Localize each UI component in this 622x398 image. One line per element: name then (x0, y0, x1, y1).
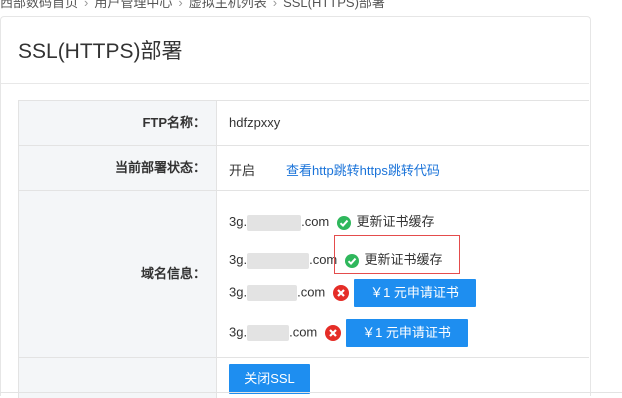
breadcrumb-separator: › (178, 0, 183, 10)
highlight-box (334, 235, 460, 274)
redacted-domain (247, 214, 302, 231)
domain-label: 域名信息： (18, 191, 217, 357)
close-ssl-button[interactable]: 关闭SSL (229, 364, 310, 394)
title-divider (1, 83, 589, 84)
page-bottom-divider (0, 392, 622, 393)
domain-prefix: 3g. (229, 324, 248, 340)
domain-suffix: .com (301, 214, 330, 229)
domain-item: 3g. .com ￥1 元申请证书 (229, 319, 468, 347)
status-row: 当前部署状态： 开启 查看http跳转https跳转代码 (18, 146, 589, 191)
breadcrumb: 西部数码首页 › 用户管理中心 › 虚拟主机列表 › SSL(HTTPS)部署 (0, 0, 590, 12)
redirect-code-link[interactable]: 查看http跳转https跳转代码 (286, 160, 440, 179)
breadcrumb-item-current: SSL(HTTPS)部署 (283, 0, 385, 10)
redacted-domain (247, 252, 310, 269)
redacted-domain (247, 325, 290, 341)
error-circle-icon (332, 285, 349, 301)
domain-prefix: 3g. (229, 214, 248, 229)
page-title: SSL(HTTPS)部署 (18, 40, 183, 63)
status-value: 开启 (229, 163, 256, 178)
ssl-info-table: FTP名称： hdfzpxxy 当前部署状态： 开启 查看http跳转https… (18, 100, 589, 398)
domain-suffix: .com (289, 324, 318, 340)
ftp-row: FTP名称： hdfzpxxy (18, 101, 589, 146)
domain-prefix: 3g. (229, 252, 248, 267)
domain-item: 3g. .com 更新证书缓存 (229, 211, 435, 231)
domain-row: 域名信息： 3g. .com 更新证书缓存 3g. .com 更新证书缓存 3g..… (18, 191, 589, 358)
check-circle-icon (336, 215, 351, 230)
domain-suffix: .com (297, 284, 326, 300)
breadcrumb-item-hosting-list[interactable]: 虚拟主机列表 (189, 0, 267, 10)
redacted-domain (247, 285, 298, 301)
breadcrumb-item-user-center[interactable]: 用户管理中心 (94, 0, 172, 10)
breadcrumb-separator: › (84, 0, 89, 10)
domain-prefix: 3g. (229, 284, 248, 300)
ftp-label: FTP名称： (18, 101, 217, 145)
status-label: 当前部署状态： (18, 146, 217, 190)
error-circle-icon (324, 325, 341, 341)
breadcrumb-item-home[interactable]: 西部数码首页 (0, 0, 78, 10)
ftp-value: hdfzpxxy (229, 115, 281, 130)
breadcrumb-separator: › (272, 0, 278, 10)
apply-cert-button[interactable]: ￥1 元申请证书 (353, 279, 476, 307)
domain-item: 3g. .com ￥1 元申请证书 (229, 279, 476, 307)
apply-cert-button[interactable]: ￥1 元申请证书 (345, 319, 468, 347)
refresh-cert-cache-action[interactable]: 更新证书缓存 (357, 214, 435, 229)
